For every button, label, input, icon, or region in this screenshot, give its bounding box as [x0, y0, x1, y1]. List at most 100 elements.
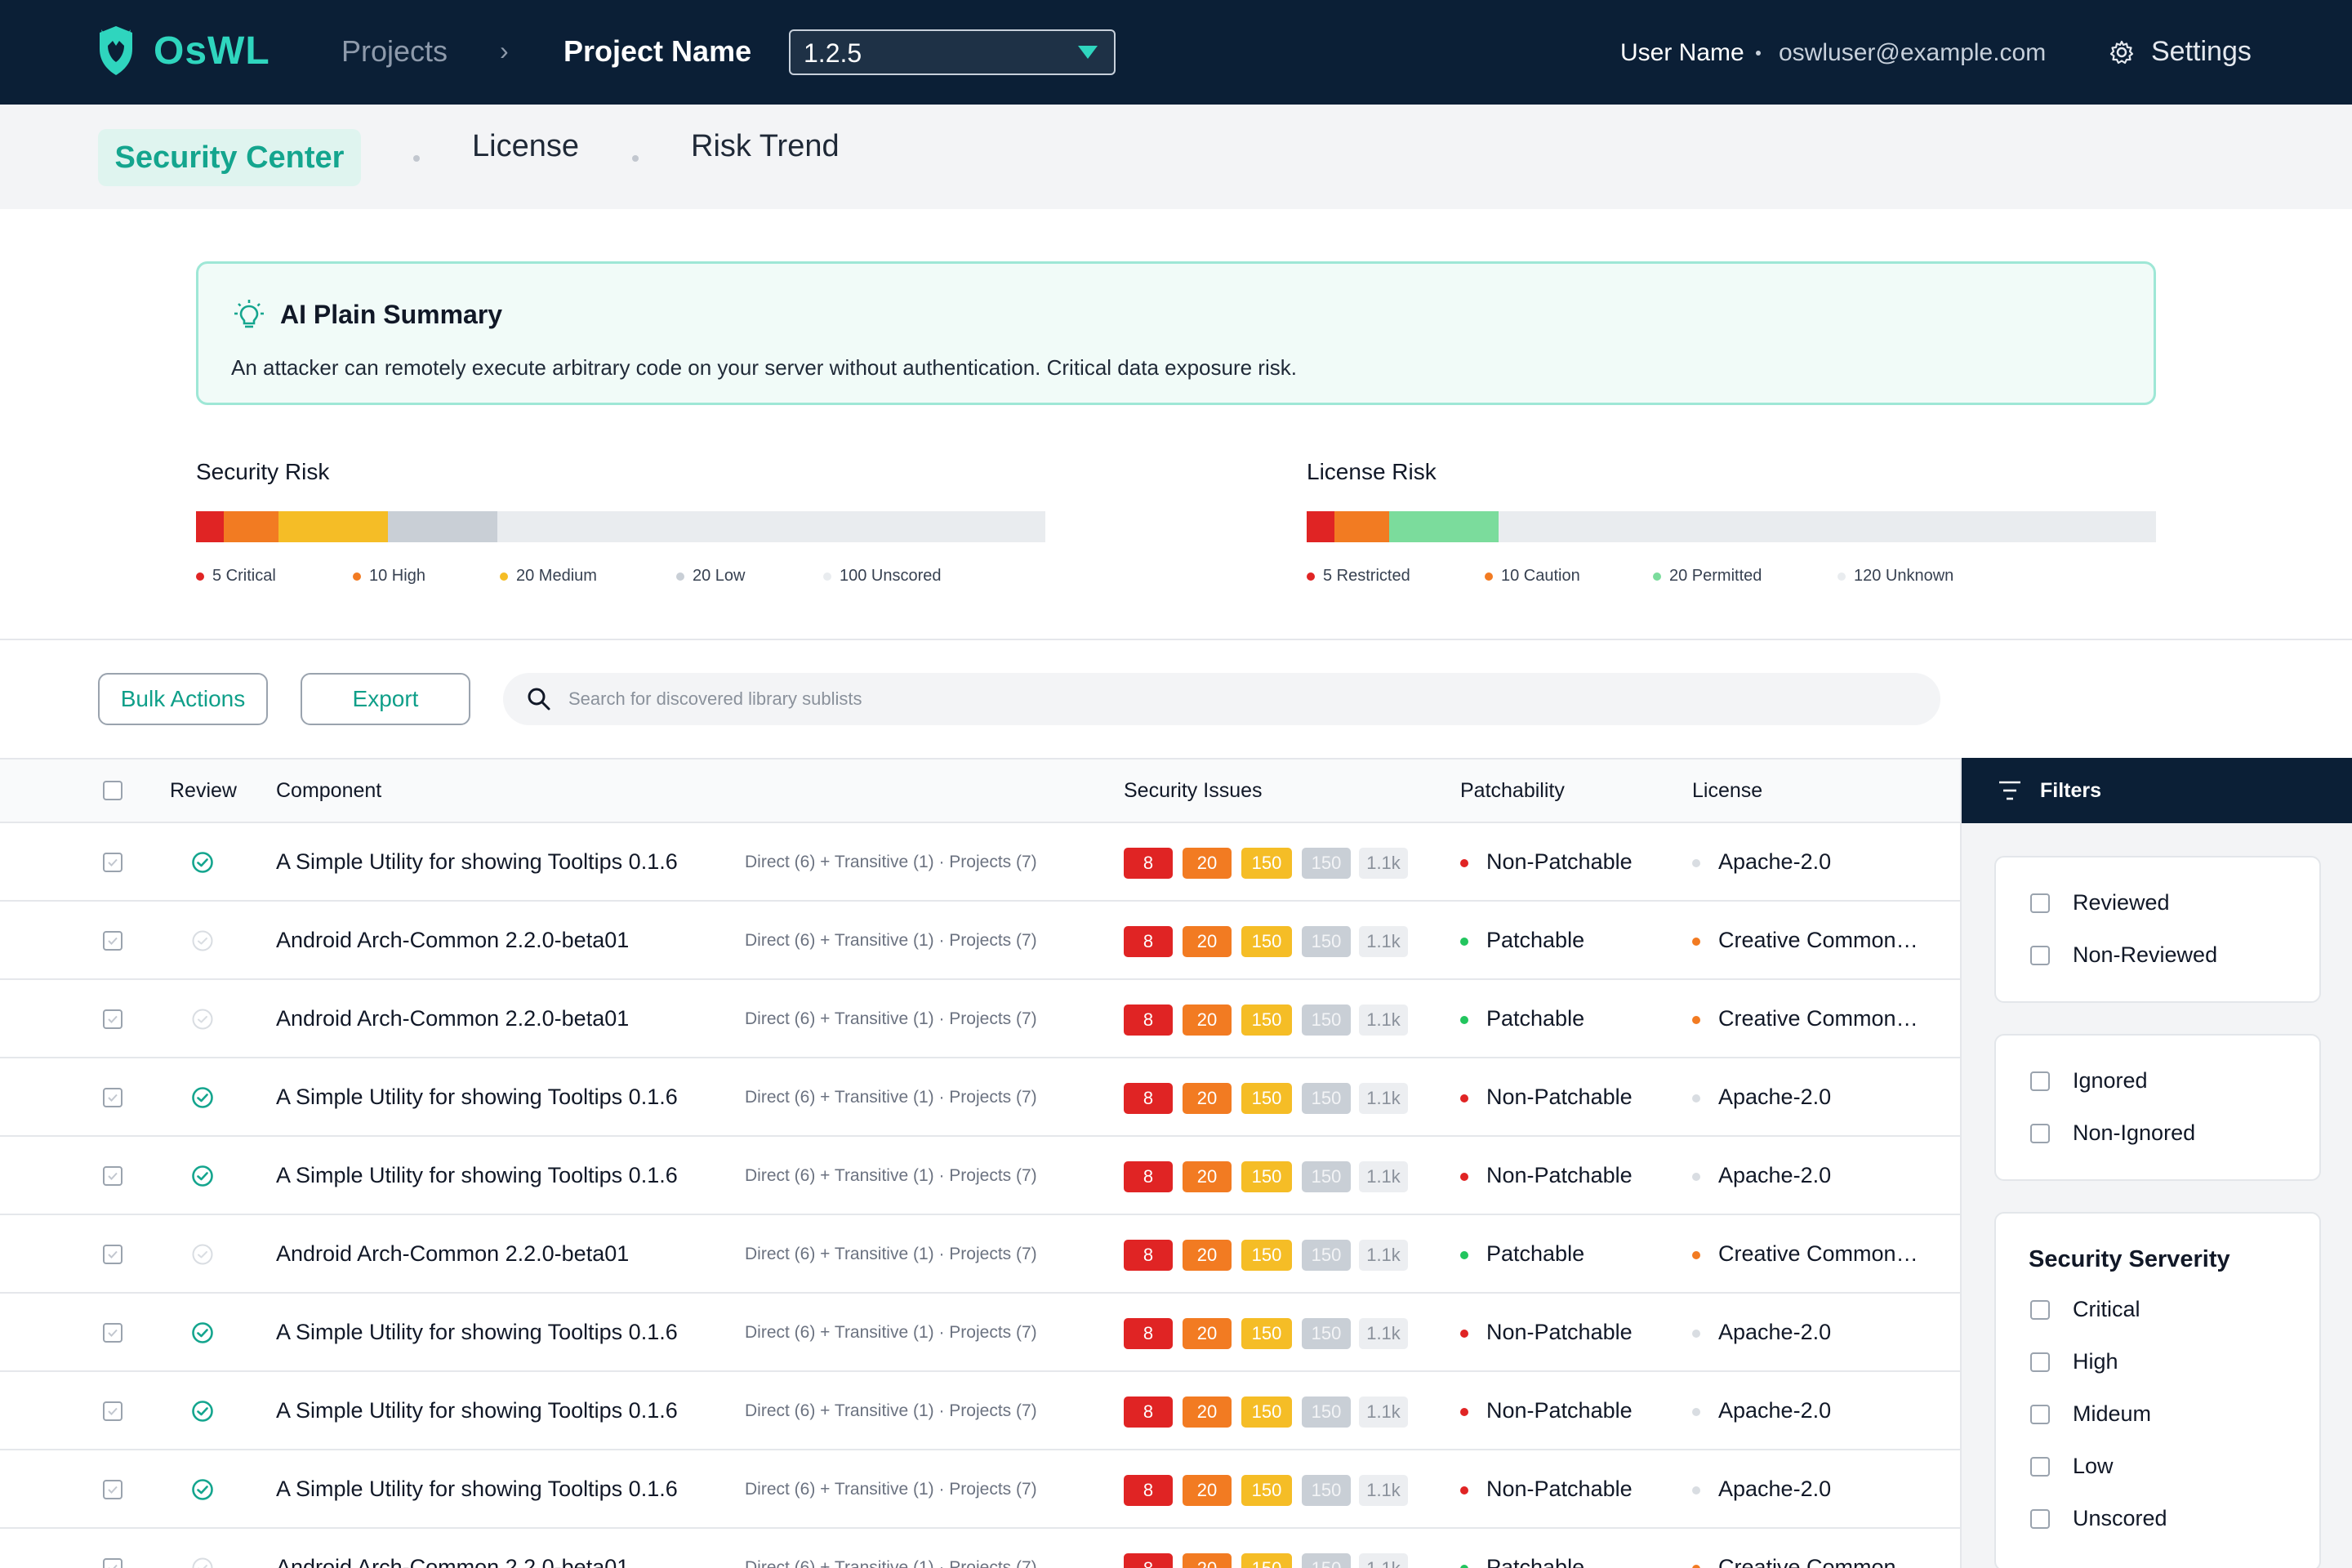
- legend-label: 20 Low: [693, 567, 746, 585]
- table-row[interactable]: Android Arch-Common 2.2.0-beta01 Direct (…: [0, 902, 1960, 980]
- row-checkbox[interactable]: [103, 853, 122, 872]
- row-checkbox[interactable]: [103, 1245, 122, 1264]
- check-circle-icon[interactable]: [191, 1400, 214, 1423]
- column-security-issues[interactable]: Security Issues: [1124, 779, 1263, 803]
- version-select[interactable]: 1.2.5: [789, 29, 1116, 75]
- filters-header[interactable]: Filters: [1962, 758, 2352, 823]
- column-patchability[interactable]: Patchability: [1460, 779, 1565, 803]
- filter-high[interactable]: High: [2030, 1349, 2118, 1374]
- row-checkbox[interactable]: [103, 1009, 122, 1029]
- check-circle-empty-icon[interactable]: [191, 1008, 214, 1031]
- table-row[interactable]: A Simple Utility for showing Tooltips 0.…: [0, 1450, 1960, 1529]
- table-row[interactable]: Android Arch-Common 2.2.0-beta01 Direct (…: [0, 1529, 1960, 1568]
- filter-critical[interactable]: Critical: [2030, 1297, 2140, 1322]
- row-checkbox[interactable]: [103, 931, 122, 951]
- component-name[interactable]: Android Arch-Common 2.2.0-beta01: [276, 1241, 629, 1267]
- checkbox[interactable]: [2030, 945, 2050, 965]
- component-name[interactable]: A Simple Utility for showing Tooltips 0.…: [276, 1320, 678, 1345]
- check-circle-icon[interactable]: [191, 1321, 214, 1344]
- component-name[interactable]: Android Arch-Common 2.2.0-beta01: [276, 1555, 629, 1568]
- legend-dot: [500, 572, 508, 581]
- license-legend-permitted: 20 Permitted: [1653, 567, 1762, 586]
- filter-reviewed[interactable]: Reviewed: [2030, 890, 2170, 915]
- filter-non-ignored[interactable]: Non-Ignored: [2030, 1120, 2195, 1146]
- row-checkbox[interactable]: [103, 1323, 122, 1343]
- check-circle-empty-icon[interactable]: [191, 1243, 214, 1266]
- column-component[interactable]: Component: [276, 779, 381, 803]
- breadcrumb-projects[interactable]: Projects: [341, 34, 448, 69]
- filter-non-reviewed[interactable]: Non-Reviewed: [2030, 942, 2217, 968]
- license-status-dot: [1692, 1408, 1700, 1416]
- check-circle-icon[interactable]: [191, 1478, 214, 1501]
- row-checkbox[interactable]: [103, 1088, 122, 1107]
- row-checkbox[interactable]: [103, 1558, 122, 1568]
- checkbox[interactable]: [2030, 893, 2050, 913]
- license-status-dot: [1692, 1565, 1700, 1568]
- table-row[interactable]: Android Arch-Common 2.2.0-beta01 Direct (…: [0, 980, 1960, 1058]
- checkbox[interactable]: [2030, 1404, 2050, 1424]
- tab-security-center[interactable]: Security Center: [98, 129, 361, 186]
- search-input[interactable]: [568, 673, 1875, 725]
- bulk-actions-button[interactable]: Bulk Actions: [98, 673, 268, 725]
- badge-medium: 150: [1241, 926, 1292, 957]
- table-row[interactable]: Android Arch-Common 2.2.0-beta01 Direct (…: [0, 1215, 1960, 1294]
- check-circle-empty-icon[interactable]: [191, 929, 214, 952]
- column-license[interactable]: License: [1692, 779, 1762, 803]
- component-name[interactable]: A Simple Utility for showing Tooltips 0.…: [276, 849, 678, 875]
- component-name[interactable]: A Simple Utility for showing Tooltips 0.…: [276, 1163, 678, 1188]
- component-name[interactable]: Android Arch-Common 2.2.0-beta01: [276, 928, 629, 953]
- tab-risk-trend[interactable]: Risk Trend: [691, 129, 840, 164]
- tab-license[interactable]: License: [472, 129, 579, 164]
- table-row[interactable]: A Simple Utility for showing Tooltips 0.…: [0, 1294, 1960, 1372]
- row-checkbox[interactable]: [103, 1166, 122, 1186]
- row-checkbox[interactable]: [103, 1401, 122, 1421]
- filter-medium[interactable]: Mideum: [2030, 1401, 2151, 1427]
- filter-unscored[interactable]: Unscored: [2030, 1506, 2167, 1531]
- check-circle-icon[interactable]: [191, 851, 214, 874]
- checkbox[interactable]: [2030, 1352, 2050, 1372]
- badge-medium: 150: [1241, 1004, 1292, 1036]
- legend-dot: [196, 572, 204, 581]
- filter-low[interactable]: Low: [2030, 1454, 2114, 1479]
- badge-low: 150: [1302, 926, 1351, 957]
- badge-medium: 150: [1241, 1318, 1292, 1349]
- settings-button[interactable]: Settings: [2109, 36, 2252, 68]
- checkbox[interactable]: [2030, 1123, 2050, 1143]
- badge-critical: 8: [1124, 1318, 1173, 1349]
- component-name[interactable]: A Simple Utility for showing Tooltips 0.…: [276, 1085, 678, 1110]
- checkbox[interactable]: [2030, 1299, 2050, 1320]
- component-name[interactable]: A Simple Utility for showing Tooltips 0.…: [276, 1398, 678, 1423]
- check-circle-icon[interactable]: [191, 1165, 214, 1187]
- license-status-dot: [1692, 1016, 1700, 1024]
- license-value: Creative Commons Attribution: [1718, 928, 1927, 952]
- search-bar[interactable]: [503, 673, 1940, 725]
- badge-high: 20: [1183, 1240, 1232, 1271]
- row-checkbox[interactable]: [103, 1480, 122, 1499]
- badge-high: 20: [1183, 926, 1232, 957]
- table-row[interactable]: A Simple Utility for showing Tooltips 0.…: [0, 1137, 1960, 1215]
- user-name[interactable]: User Name: [1620, 39, 1744, 67]
- filter-ignored[interactable]: Ignored: [2030, 1068, 2148, 1094]
- checkbox[interactable]: [2030, 1508, 2050, 1529]
- table-row[interactable]: A Simple Utility for showing Tooltips 0.…: [0, 1372, 1960, 1450]
- select-all-checkbox[interactable]: [103, 781, 122, 800]
- filter-label: Ignored: [2073, 1068, 2148, 1093]
- checkbox[interactable]: [2030, 1456, 2050, 1477]
- section-divider: [0, 639, 2352, 640]
- checkbox[interactable]: [2030, 1071, 2050, 1091]
- legend-label: 5 Restricted: [1323, 567, 1410, 585]
- component-name[interactable]: Android Arch-Common 2.2.0-beta01: [276, 1006, 629, 1031]
- table-row[interactable]: A Simple Utility for showing Tooltips 0.…: [0, 1058, 1960, 1137]
- table-row[interactable]: A Simple Utility for showing Tooltips 0.…: [0, 823, 1960, 902]
- ai-summary-text: An attacker can remotely execute arbitra…: [231, 355, 1297, 380]
- check-circle-empty-icon[interactable]: [191, 1557, 214, 1568]
- component-name[interactable]: A Simple Utility for showing Tooltips 0.…: [276, 1477, 678, 1502]
- legend-dot: [1485, 572, 1493, 581]
- logo[interactable]: OsWL: [96, 24, 270, 77]
- risk-segment: [1307, 511, 1334, 542]
- column-review[interactable]: Review: [170, 779, 237, 803]
- license-status-dot: [1692, 1173, 1700, 1181]
- shield-logo-icon: [100, 26, 132, 75]
- check-circle-icon[interactable]: [191, 1086, 214, 1109]
- export-button[interactable]: Export: [301, 673, 470, 725]
